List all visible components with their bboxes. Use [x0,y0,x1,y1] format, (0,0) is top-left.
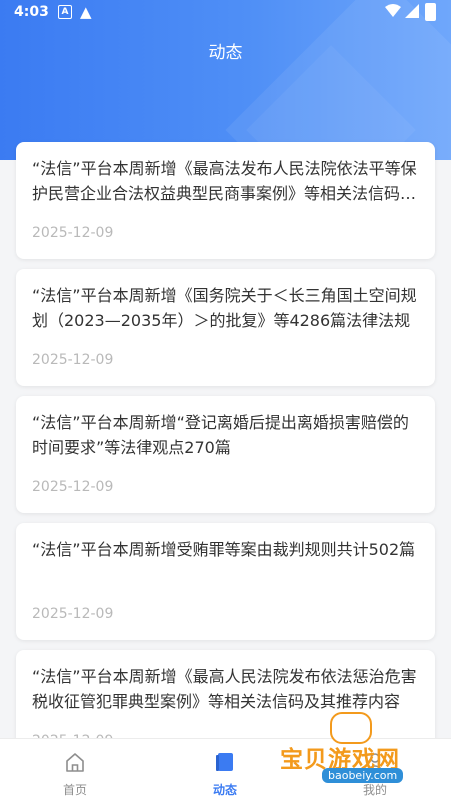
home-icon [66,753,84,772]
feed-card[interactable]: “法信”平台本周新增《国务院关于＜长三角国土空间规划（2023—2035年）＞的… [16,269,435,386]
feed-card[interactable]: “法信”平台本周新增“登记离婚后提出离婚损害赔偿的时间要求”等法律观点270篇 … [16,396,435,513]
notification-a-icon: A [58,5,72,19]
feed-card-date: 2025-12-09 [32,352,114,368]
feed-card-text: “法信”平台本周新增《最高人民法院发布依法惩治危害税收征管犯罪典型案例》等相关法… [32,667,417,711]
warning-icon: ▲ [80,3,92,21]
feed-card-text: “法信”平台本周新增《最高法发布人民法院依法平等保护民营企业合法权益典型民商事案… [32,159,417,203]
wifi-icon [385,4,401,17]
feed-card-date: 2025-12-09 [32,225,114,241]
status-bar: 4:03 A ▲ [0,0,451,26]
feed-card-text: “法信”平台本周新增受贿罪等案由裁判规则共计502篇 [32,540,416,559]
feed-card-date: 2025-12-09 [32,606,114,622]
document-icon [216,753,233,771]
feed-card-text: “法信”平台本周新增《国务院关于＜长三角国土空间规划（2023—2035年）＞的… [32,286,417,330]
feed-card[interactable]: “法信”平台本周新增受贿罪等案由裁判规则共计502篇 2025-12-09 [16,523,435,640]
watermark-url: baobeiy.com [322,768,404,783]
page-title: 动态 [208,43,243,63]
signal-icon [405,4,419,18]
status-time: 4:03 [14,4,49,20]
tab-home[interactable]: 首页 [0,739,150,804]
watermark-logo: 宝贝游戏网 baobeiy.com [270,712,430,790]
feed-card-text: “法信”平台本周新增“登记离婚后提出离婚损害赔偿的时间要求”等法律观点270篇 [32,413,409,457]
feed-card[interactable]: “法信”平台本周新增《最高法发布人民法院依法平等保护民营企业合法权益典型民商事案… [16,142,435,259]
battery-icon [425,3,436,21]
tab-home-label: 首页 [62,783,87,797]
feed-card-date: 2025-12-09 [32,479,114,495]
